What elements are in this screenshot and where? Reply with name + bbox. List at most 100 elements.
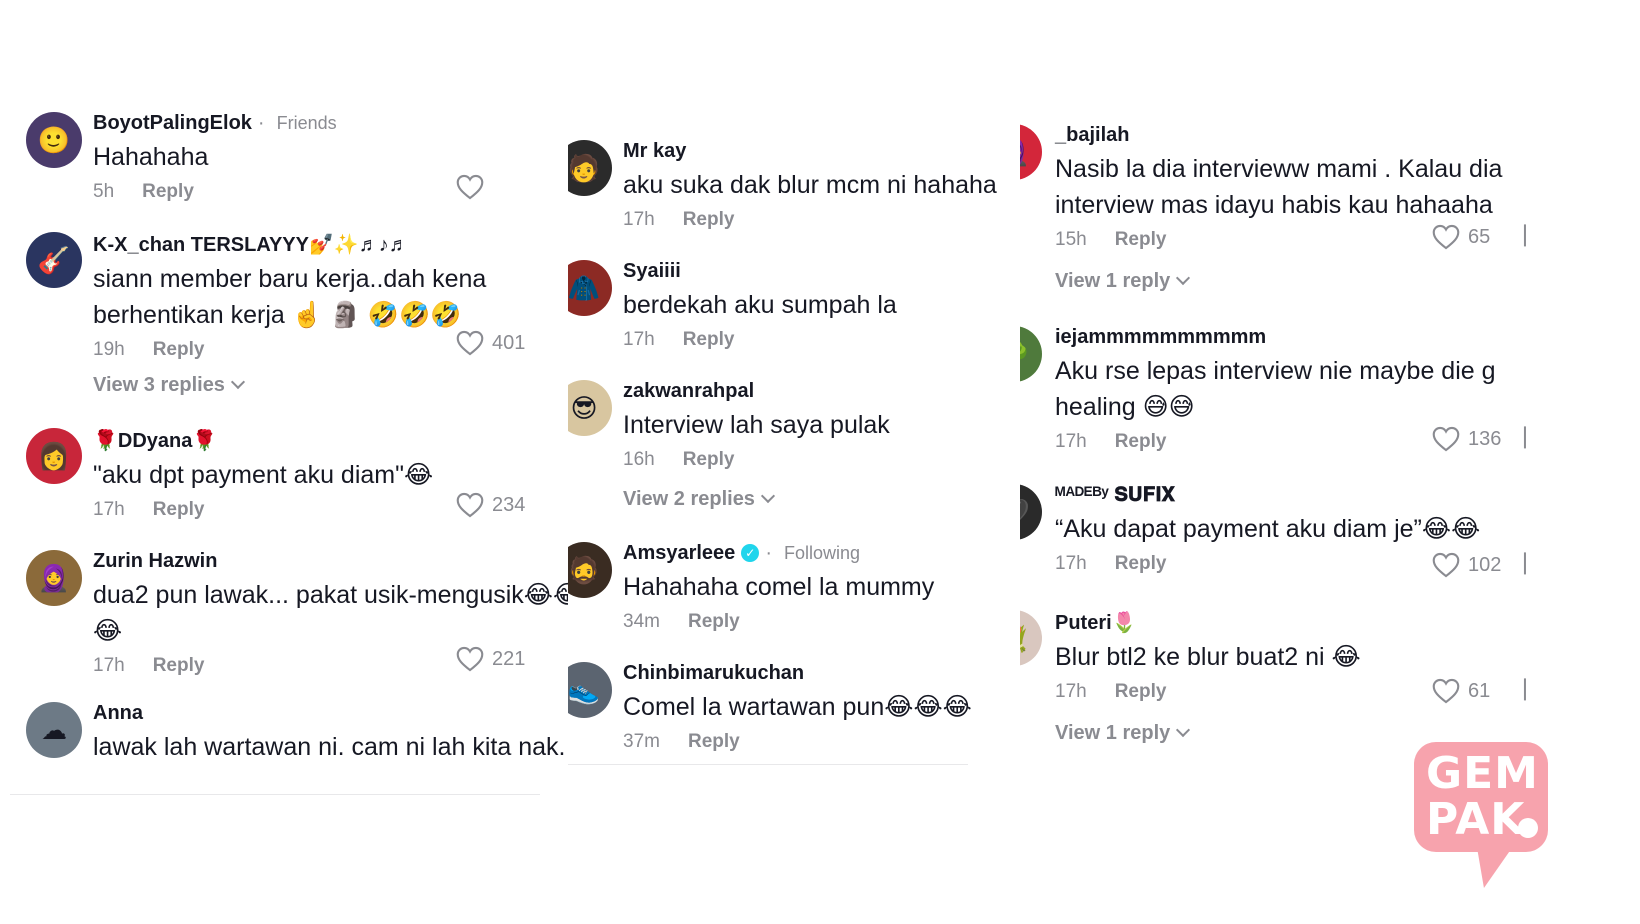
username[interactable]: 🌹DDyana🌹 bbox=[93, 430, 217, 452]
like-count: 102 bbox=[1468, 553, 1502, 576]
chevron-down-icon bbox=[230, 374, 246, 390]
avatar[interactable]: 🙂 bbox=[26, 112, 82, 168]
avatar-user-icon: 🧥 bbox=[568, 273, 601, 303]
avatar[interactable]: ☁ bbox=[26, 702, 82, 758]
separator-dot: · bbox=[765, 542, 772, 564]
comment-time: 37m bbox=[623, 731, 660, 752]
comment-line: interview mas idayu habis kau hahaaha bbox=[1055, 191, 1493, 219]
avatar[interactable]: 👩 bbox=[26, 428, 82, 484]
username[interactable]: Anna bbox=[93, 702, 143, 724]
username[interactable]: iejammmmmmmmmm bbox=[1055, 326, 1266, 348]
comment-text: Blur btl2 ke blur buat2 ni 😂 bbox=[1055, 639, 1361, 675]
comment-time: 15h bbox=[1055, 229, 1087, 250]
avatar-user-icon: 🖤 bbox=[1020, 499, 1030, 525]
avatar-user-icon: 👟 bbox=[568, 675, 601, 705]
avatar-user-icon: 😎 bbox=[570, 393, 598, 423]
heart-icon bbox=[456, 492, 484, 518]
view-replies-button[interactable]: View 1 reply bbox=[1055, 270, 1191, 293]
avatar[interactable]: 🧕 bbox=[26, 550, 82, 606]
like-button[interactable]: 102 bbox=[1432, 552, 1501, 578]
following-tag: Following bbox=[783, 543, 861, 563]
reply-button[interactable]: Reply bbox=[683, 209, 735, 230]
reply-button[interactable]: Reply bbox=[1115, 681, 1167, 702]
like-button[interactable]: 401 bbox=[456, 330, 525, 356]
comment-text: Interview lah saya pulak bbox=[623, 407, 890, 443]
like-button[interactable]: 61 bbox=[1432, 678, 1490, 704]
username[interactable]: Mr kay bbox=[623, 140, 686, 162]
username[interactable]: _bajilah bbox=[1055, 124, 1129, 146]
like-count: 221 bbox=[492, 647, 526, 670]
like-count: 234 bbox=[492, 493, 526, 516]
reply-button[interactable]: Reply bbox=[688, 731, 740, 752]
view-replies-label: View 1 reply bbox=[1055, 270, 1171, 292]
like-button[interactable]: 221 bbox=[456, 646, 525, 672]
comment-line: lawak lah wartawan ni. cam ni lah kita n… bbox=[93, 733, 566, 761]
view-replies-button[interactable]: View 2 replies bbox=[623, 488, 776, 511]
like-button[interactable]: 65 bbox=[1432, 224, 1490, 250]
scroll-edge-mark: ⎸ bbox=[1524, 550, 1547, 575]
avatar[interactable]: 🧔 bbox=[568, 542, 612, 598]
comment-text: lawak lah wartawan ni. cam ni lah kita n… bbox=[93, 729, 565, 765]
like-count: 401 bbox=[492, 331, 526, 354]
username[interactable]: zakwanrahpal bbox=[623, 380, 754, 402]
avatar[interactable]: 🖤 bbox=[1020, 484, 1042, 540]
smile-icon bbox=[1518, 818, 1538, 838]
view-replies-button[interactable]: View 1 reply bbox=[1055, 722, 1191, 745]
comment-line: siann member baru kerja..dah kena bbox=[93, 265, 487, 293]
heart-icon bbox=[456, 646, 484, 672]
reply-button[interactable]: Reply bbox=[688, 611, 740, 632]
view-replies-button[interactable]: View 3 replies bbox=[93, 374, 246, 397]
reply-button[interactable]: Reply bbox=[1115, 229, 1167, 250]
avatar-user-icon: 🧕 bbox=[1020, 139, 1030, 165]
avatar-user-icon: ☁ bbox=[41, 715, 67, 745]
comment-time: 17h bbox=[1055, 553, 1087, 574]
avatar[interactable]: 🌳 bbox=[1020, 326, 1042, 382]
avatar[interactable]: 💐 bbox=[1020, 610, 1042, 666]
reply-button[interactable]: Reply bbox=[153, 499, 205, 520]
heart-icon bbox=[456, 330, 484, 356]
logo-text-line-2: PAK bbox=[1426, 794, 1526, 845]
avatar[interactable]: 😎 bbox=[568, 380, 612, 436]
scroll-edge-mark: ⎸ bbox=[1524, 424, 1547, 449]
username[interactable]: K-X_chan TERSLAYYY💅✨♬♪♬ bbox=[93, 234, 409, 256]
reply-button[interactable]: Reply bbox=[153, 339, 205, 360]
avatar[interactable]: 🧕 bbox=[1020, 124, 1042, 180]
heart-icon bbox=[1432, 552, 1460, 578]
comment-time: 17h bbox=[93, 499, 125, 520]
comment-line: dua2 pun lawak... pakat usik-mengusik😂😂 bbox=[93, 581, 568, 609]
comment-line: Nasib la dia intervieww mami . Kalau dia bbox=[1055, 155, 1503, 183]
heart-icon bbox=[456, 174, 484, 200]
reply-button[interactable]: Reply bbox=[153, 655, 205, 676]
username[interactable]: Chinbimarukuchan bbox=[623, 662, 804, 684]
scroll-edge-mark: ⎸ bbox=[1524, 222, 1547, 247]
comment-time: 17h bbox=[623, 209, 655, 230]
like-count: 61 bbox=[1468, 679, 1491, 702]
avatar[interactable]: 🧑 bbox=[568, 140, 612, 196]
like-button[interactable]: 234 bbox=[456, 492, 525, 518]
comment-text: berdekah aku sumpah la bbox=[623, 287, 897, 323]
comment-text: Hahahaha bbox=[93, 139, 337, 175]
heart-icon bbox=[1432, 426, 1460, 452]
like-button[interactable]: 136 bbox=[1432, 426, 1501, 452]
comment-time: 17h bbox=[1055, 431, 1087, 452]
reply-button[interactable]: Reply bbox=[142, 181, 194, 202]
avatar[interactable]: 🧥 bbox=[568, 260, 612, 316]
comment-text: siann member baru kerja..dah kena berhent… bbox=[93, 261, 486, 333]
reply-button[interactable]: Reply bbox=[1115, 431, 1167, 452]
username[interactable]: Zurin Hazwin bbox=[93, 550, 217, 572]
like-button[interactable] bbox=[456, 174, 484, 200]
comment-line: "aku dpt payment aku diam"😂 bbox=[93, 461, 434, 489]
username[interactable]: Puteri🌷 bbox=[1055, 612, 1137, 634]
username[interactable]: Syaiiii bbox=[623, 260, 681, 282]
username[interactable]: BoyotPalingElok bbox=[93, 112, 252, 134]
verified-badge-icon: ✓ bbox=[741, 544, 760, 562]
reply-button[interactable]: Reply bbox=[683, 449, 735, 470]
reply-button[interactable]: Reply bbox=[1115, 553, 1167, 574]
avatar[interactable]: 🎸 bbox=[26, 232, 82, 288]
username[interactable]: Amsyarleee bbox=[623, 542, 735, 564]
comment-text: “Aku dapat payment aku diam je”😂😂 bbox=[1055, 511, 1480, 547]
username[interactable]: ᴹᴬᴰᴱᴮʸ 𝐒𝐔𝐅𝐈𝐗 bbox=[1055, 484, 1175, 506]
reply-button[interactable]: Reply bbox=[683, 329, 735, 350]
avatar[interactable]: 👟 bbox=[568, 662, 612, 718]
avatar-user-icon: 🙂 bbox=[37, 125, 71, 155]
